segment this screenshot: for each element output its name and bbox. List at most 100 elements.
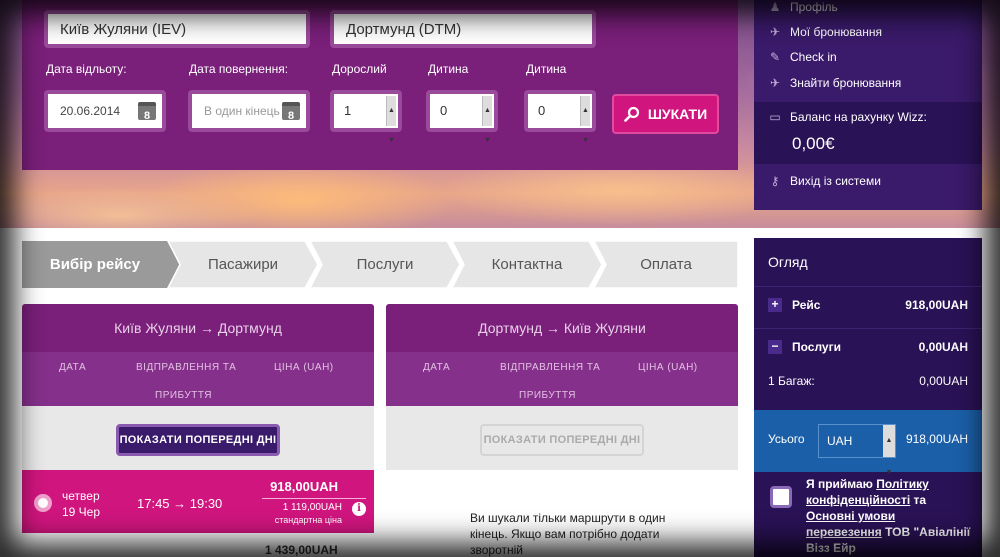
divider (754, 286, 982, 287)
card-icon: ▭ (769, 110, 781, 124)
return-date-label: Дата повернення: (189, 62, 289, 76)
depart-date-label: Дата відльоту: (46, 62, 127, 76)
overview-services-row[interactable]: − Послуги 0,00UAH (768, 340, 968, 354)
col-depart: ВІДПРАВЛЕННЯ ТА (500, 362, 601, 373)
depart-date-value: 20.06.2014 (60, 104, 121, 118)
overview-panel: Огляд + Рейс 918,00UAH − Послуги 0,00UAH 1… (754, 238, 982, 557)
booking-steps: Вибір рейсу Пасажири Послуги Контактна О… (22, 241, 738, 288)
flight-fare-note: стандартна ціна (274, 515, 342, 525)
destination-field[interactable]: Дортмунд (DTM) (330, 10, 596, 48)
account-item-find-booking[interactable]: ✈ Знайти бронювання (768, 73, 901, 93)
divider (754, 328, 982, 329)
terms-mid: та (910, 493, 927, 507)
inbound-prev-area: ПОКАЗАТИ ПОПЕРЕДНІ ДНІ (386, 406, 738, 470)
account-item-label: Знайти бронювання (790, 76, 902, 90)
depart-date-field[interactable]: 20.06.2014 8 (44, 90, 166, 132)
divider (262, 498, 366, 499)
account-item-checkin[interactable]: ✎ Check in (768, 47, 837, 67)
adult-label: Дорослий (332, 62, 387, 76)
show-previous-days-button[interactable]: ПОКАЗАТИ ПОПЕРЕДНІ ДНІ (116, 424, 280, 456)
flight-row[interactable]: четвер 19 Чер 17:45 → 19:30 918,00UAH 1 … (22, 470, 374, 533)
calendar-icon[interactable]: 8 (282, 102, 300, 122)
adults-value: 1 (344, 103, 352, 118)
terms-checkbox[interactable] (770, 486, 792, 508)
account-item-label: Check in (790, 50, 837, 64)
terms-prefix: Я приймаю (806, 477, 877, 491)
logout-link[interactable]: ⚷ Вихід із системи (768, 171, 881, 191)
col-arrive: ПРИБУТТЯ (155, 390, 212, 401)
total-box: Усього UAH ▲ ▼ 918,00UAH (754, 410, 982, 476)
children-select[interactable]: 0 ▲ ▼ (426, 90, 498, 144)
search-panel: Київ Жуляни (IEV) Дортмунд (DTM) Дата ві… (22, 0, 738, 170)
calendar-icon[interactable]: 8 (138, 102, 156, 122)
info-icon[interactable]: i (352, 502, 366, 516)
col-price: ЦІНА (UAH) (638, 362, 698, 373)
total-value: 918,00UAH (905, 432, 968, 446)
expand-icon[interactable]: + (768, 298, 782, 312)
account-panel: ♟ Профіль ✈ Мої бронювання ✎ Check in ✈ … (754, 0, 982, 210)
inbound-column-headers: ДАТА ВІДПРАВЛЕННЯ ТА ПРИБУТТЯ ЦІНА (UAH) (386, 352, 738, 406)
person-icon: ♟ (769, 0, 781, 14)
overview-flight-row[interactable]: + Рейс 918,00UAH (768, 298, 968, 312)
one-way-message: Ви шукали тільки маршрути в один кінець.… (470, 511, 666, 557)
inbound-route: Дортмунд → Київ Жуляни (478, 320, 646, 336)
plane-icon: ✈ (769, 76, 781, 90)
outbound-header: Київ Жуляни → Дортмунд ДАТА ВІДПРАВЛЕННЯ… (22, 304, 374, 406)
flight-times: 17:45 → 19:30 (137, 496, 223, 511)
origin-field[interactable]: Київ Жуляни (IEV) (44, 10, 310, 48)
return-date-placeholder: В один кінець (204, 104, 280, 118)
adults-select[interactable]: 1 ▲ ▼ (330, 90, 402, 144)
flight-price: 918,00UAH (270, 479, 338, 494)
flight-weekday: четвер (62, 489, 100, 503)
outbound-prev-area: ПОКАЗАТИ ПОПЕРЕДНІ ДНІ (22, 406, 374, 470)
step-contact[interactable]: Контактна (452, 241, 602, 288)
step-flight-selection[interactable]: Вибір рейсу (22, 241, 182, 288)
next-flight-price: 1 439,00UAH (265, 543, 338, 557)
edit-icon: ✎ (769, 50, 781, 64)
flight-day: 19 Чер (62, 505, 101, 519)
flight-date: четвер 19 Чер (62, 488, 100, 520)
currency-select[interactable]: UAH ▲ ▼ (818, 424, 896, 476)
select-arrow-icon: ▲ ▼ (883, 425, 895, 476)
collapse-icon[interactable]: − (768, 340, 782, 354)
balance-box: ▭ Баланс на рахунку Wizz: 0,00€ (754, 102, 982, 164)
currency-value: UAH (827, 434, 853, 448)
search-button-label: ШУКАТИ (647, 106, 708, 122)
show-previous-days-button-disabled: ПОКАЗАТИ ПОПЕРЕДНІ ДНІ (480, 424, 644, 456)
step-services[interactable]: Послуги (310, 241, 460, 288)
infants-select[interactable]: 0 ▲ ▼ (524, 90, 596, 144)
account-item-label: Мої бронювання (790, 25, 882, 39)
select-arrow-icon: ▲ ▼ (482, 96, 492, 144)
overview-flight-value: 918,00UAH (905, 298, 968, 312)
search-button[interactable]: ШУКАТИ (612, 94, 719, 134)
infant-label: Дитина (526, 62, 567, 76)
balance-label-text: Баланс на рахунку Wizz: (790, 110, 927, 124)
balance-label: ▭ Баланс на рахунку Wizz: (768, 110, 927, 124)
flight-old-price: 1 119,00UAH (282, 502, 342, 513)
col-date: ДАТА (59, 362, 87, 373)
infants-value: 0 (538, 103, 546, 118)
col-price: ЦІНА (UAH) (274, 362, 334, 373)
step-label: Оплата (640, 256, 692, 273)
step-label: Вибір рейсу (49, 256, 141, 273)
overview-baggage-label: 1 Багаж: (768, 374, 815, 388)
outbound-route: Київ Жуляни → Дортмунд (114, 320, 282, 336)
step-payment[interactable]: Оплата (594, 241, 738, 288)
inbound-header: Дортмунд → Київ Жуляни ДАТА ВІДПРАВЛЕННЯ… (386, 304, 738, 406)
overview-flight-label: Рейс (792, 298, 821, 312)
select-arrow-icon: ▲ ▼ (386, 96, 396, 144)
step-passengers[interactable]: Пасажири (168, 241, 318, 288)
balance-value: 0,00€ (792, 134, 835, 153)
plane-icon: ✈ (769, 25, 781, 39)
logout-label: Вихід із системи (790, 174, 881, 188)
child-label: Дитина (428, 62, 469, 76)
overview-services-value: 0,00UAH (918, 340, 968, 354)
step-label: Контактна (491, 256, 563, 273)
account-item-bookings[interactable]: ✈ Мої бронювання (768, 22, 882, 42)
account-item-profile[interactable]: ♟ Профіль (768, 0, 838, 17)
col-date: ДАТА (423, 362, 451, 373)
flight-radio[interactable] (34, 494, 52, 512)
terms-text: Я приймаю Політику конфіденційності та О… (806, 476, 972, 556)
return-date-field[interactable]: В один кінець 8 (188, 90, 310, 132)
account-item-label: Профіль (790, 0, 838, 14)
